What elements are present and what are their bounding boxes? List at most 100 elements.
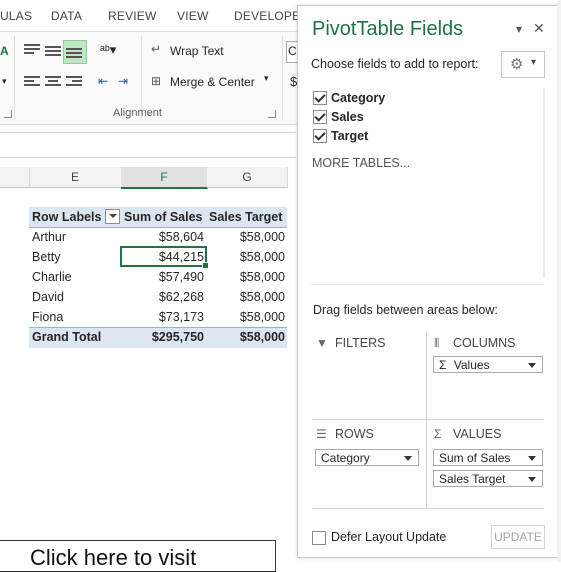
grand-total-target[interactable]: $58,000 (207, 327, 285, 347)
field-chip-label: Values (453, 358, 490, 372)
font-size-arrow-icon[interactable]: A (0, 44, 9, 58)
align-left-icon[interactable] (24, 74, 40, 88)
row-label[interactable]: Betty (32, 247, 61, 267)
values-sales-target-field[interactable]: Sales Target (433, 470, 543, 487)
sales-target-header[interactable]: Sales Target (209, 207, 282, 227)
defer-checkbox[interactable] (312, 531, 326, 545)
chevron-down-icon[interactable] (404, 456, 412, 461)
close-icon[interactable]: ✕ (533, 20, 545, 37)
chevron-down-icon[interactable]: ▾ (2, 76, 7, 87)
divider (14, 36, 15, 120)
gear-icon: ⚙ (510, 56, 524, 73)
columns-label: COLUMNS (453, 336, 516, 350)
align-top-icon[interactable] (24, 42, 40, 56)
merge-center-button[interactable]: Merge & Center (170, 75, 255, 89)
target-cell[interactable]: $58,000 (207, 287, 285, 307)
checkbox[interactable] (313, 129, 327, 143)
wrap-text-button[interactable]: Wrap Text (170, 44, 224, 58)
wrap-text-icon: ↵ (151, 42, 162, 56)
tab-formulas[interactable]: ULAS (0, 9, 32, 23)
sum-of-sales-header[interactable]: Sum of Sales (124, 207, 203, 227)
sales-cell[interactable]: $73,173 (121, 307, 204, 327)
pivottable-fields-pane: PivotTable Fields ▾ ✕ Choose fields to a… (297, 5, 558, 558)
row-label[interactable]: Fiona (32, 307, 63, 327)
visit-link-box[interactable]: Click here to visit (0, 540, 276, 572)
dialog-launcher-icon[interactable] (4, 110, 12, 118)
decrease-indent-icon[interactable]: ⇤ (98, 74, 108, 88)
divider (312, 508, 544, 509)
checkbox[interactable] (313, 110, 327, 124)
chevron-down-icon[interactable] (528, 363, 536, 368)
chevron-down-icon[interactable] (528, 477, 536, 482)
sales-cell[interactable]: $57,490 (121, 267, 204, 287)
filters-label: FILTERS (335, 336, 386, 350)
filter-icon: ▼ (316, 336, 328, 350)
choose-fields-label: Choose fields to add to report: (311, 57, 479, 71)
column-header-e[interactable]: E (29, 167, 122, 188)
target-cell[interactable]: $58,000 (207, 267, 285, 287)
align-bottom-icon (66, 46, 82, 60)
alignment-group-label: Alignment (113, 107, 162, 119)
column-header-f[interactable]: F (121, 167, 208, 189)
target-cell[interactable]: $58,000 (207, 247, 285, 267)
merge-center-icon: ⊞ (151, 74, 162, 88)
divider (282, 36, 283, 120)
merge-dropdown-icon[interactable]: ▾ (264, 73, 269, 84)
sales-cell[interactable]: $62,268 (121, 287, 204, 307)
field-list: Category Sales Target MORE TABLES... (311, 84, 544, 285)
sales-cell[interactable]: $58,604 (121, 227, 204, 247)
defer-layout-update[interactable]: Defer Layout Update (312, 530, 447, 545)
checkbox[interactable] (313, 91, 327, 105)
sigma-icon: Σ (434, 427, 442, 441)
column-header-partial (0, 167, 30, 188)
alignment-launcher-icon[interactable] (268, 110, 276, 118)
pane-options-dropdown-icon[interactable]: ▾ (516, 22, 522, 36)
field-item-target[interactable]: Target (311, 127, 368, 145)
tab-review[interactable]: REVIEW (108, 9, 157, 23)
field-item-sales[interactable]: Sales (311, 108, 364, 126)
column-header-g[interactable]: G (207, 167, 288, 188)
align-center-icon[interactable] (45, 74, 61, 88)
window-edge (557, 0, 561, 562)
row-labels-filter-button[interactable] (105, 209, 120, 224)
field-chip-label: Sales Target (439, 472, 506, 486)
tab-data[interactable]: DATA (51, 9, 82, 23)
tools-button[interactable]: ⚙ ▾ (501, 51, 545, 78)
field-label: Target (331, 129, 369, 143)
target-cell[interactable]: $58,000 (207, 227, 285, 247)
formula-bar[interactable] (0, 132, 296, 158)
field-list-scrollbar[interactable] (543, 88, 545, 278)
rows-icon: ☰ (316, 427, 327, 441)
row-labels-header[interactable]: Row Labels (32, 207, 101, 227)
tab-view[interactable]: VIEW (177, 9, 208, 23)
row-label[interactable]: David (32, 287, 64, 307)
rows-label: ROWS (335, 427, 374, 441)
more-tables-link[interactable]: MORE TABLES... (312, 156, 410, 170)
chevron-down-icon: ▾ (531, 57, 537, 68)
field-chip-label: Category (321, 451, 370, 465)
align-right-icon[interactable] (66, 74, 82, 88)
sigma-icon: Σ (439, 358, 447, 372)
row-label[interactable]: Arthur (32, 227, 66, 247)
columns-values-field[interactable]: Σ Values (433, 356, 543, 373)
grand-total-sales[interactable]: $295,750 (121, 327, 204, 347)
target-cell[interactable]: $58,000 (207, 307, 285, 327)
orientation-icon[interactable]: ᵃᵇ▾ (100, 42, 116, 58)
active-cell-selection[interactable] (120, 246, 209, 269)
visit-link-text[interactable]: Click here to visit (30, 545, 196, 571)
field-chip-label: Sum of Sales (439, 451, 511, 465)
increase-indent-icon[interactable]: ⇥ (118, 74, 128, 88)
values-label: VALUES (453, 427, 502, 441)
pane-title: PivotTable Fields (312, 18, 464, 40)
field-item-category[interactable]: Category (311, 89, 385, 107)
align-middle-icon[interactable] (45, 44, 61, 58)
grand-total-label[interactable]: Grand Total (32, 327, 101, 347)
update-button[interactable]: UPDATE (491, 525, 545, 549)
rows-category-field[interactable]: Category (315, 449, 419, 466)
values-sum-of-sales-field[interactable]: Sum of Sales (433, 449, 543, 466)
row-label[interactable]: Charlie (32, 267, 72, 287)
defer-label: Defer Layout Update (331, 530, 447, 544)
chevron-down-icon[interactable] (528, 456, 536, 461)
drag-fields-label: Drag fields between areas below: (313, 303, 498, 317)
columns-icon: ⦀ (434, 336, 440, 350)
